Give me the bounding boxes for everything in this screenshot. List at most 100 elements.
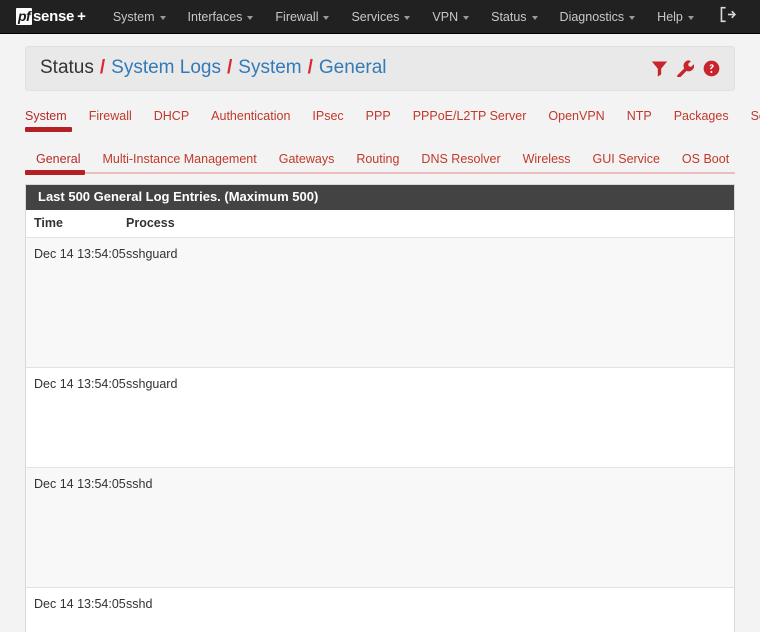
breadcrumb-separator: / bbox=[100, 57, 105, 79]
breadcrumb-region: Status / System Logs / System / General bbox=[0, 34, 760, 91]
subtab-label: Routing bbox=[356, 152, 399, 166]
cell-time: Dec 14 13:54:05 bbox=[26, 588, 118, 632]
subtab-general[interactable]: General bbox=[25, 148, 91, 175]
pfsense-logo[interactable]: pf sense + bbox=[16, 8, 86, 25]
main-menu: System Interfaces Firewall Services VPN … bbox=[102, 4, 705, 30]
tab-system[interactable]: System bbox=[25, 105, 78, 132]
nav-item-diagnostics[interactable]: Diagnostics bbox=[549, 4, 647, 30]
breadcrumb-item-status: Status bbox=[40, 57, 94, 79]
chevron-down-icon bbox=[532, 16, 538, 20]
cell-message bbox=[203, 468, 734, 588]
subtab-label: Multi-Instance Management bbox=[102, 152, 256, 166]
nav-item-system[interactable]: System bbox=[102, 4, 177, 30]
help-icon[interactable] bbox=[703, 60, 720, 77]
column-header-time[interactable]: Time bbox=[26, 210, 118, 238]
nav-item-firewall[interactable]: Firewall bbox=[264, 4, 340, 30]
subtab-multi-instance-management[interactable]: Multi-Instance Management bbox=[91, 148, 267, 175]
table-header-row: Time Process bbox=[26, 210, 734, 238]
tab-ipsec[interactable]: IPsec bbox=[301, 105, 354, 132]
breadcrumb: Status / System Logs / System / General bbox=[25, 46, 735, 91]
chevron-down-icon bbox=[463, 16, 469, 20]
column-header-process[interactable]: Process bbox=[118, 210, 203, 238]
log-table: Time Process Dec 14 13:54:05 sshguard De… bbox=[26, 210, 734, 632]
filter-icon[interactable] bbox=[651, 60, 668, 77]
breadcrumb-item-system-logs[interactable]: System Logs bbox=[111, 57, 221, 79]
breadcrumb-separator: / bbox=[227, 57, 232, 79]
chevron-down-icon bbox=[247, 16, 253, 20]
tab-label: Authentication bbox=[211, 109, 290, 123]
logo-sense-text: sense bbox=[33, 8, 74, 25]
tab-packages[interactable]: Packages bbox=[663, 105, 740, 132]
breadcrumb-actions bbox=[651, 60, 720, 77]
cell-time: Dec 14 13:54:05 bbox=[26, 238, 118, 368]
subtab-label: General bbox=[36, 152, 80, 166]
subtab-label: Wireless bbox=[523, 152, 571, 166]
cell-process: sshd bbox=[118, 468, 203, 588]
nav-item-help[interactable]: Help bbox=[646, 4, 705, 30]
cell-time: Dec 14 13:54:05 bbox=[26, 468, 118, 588]
tab-label: IPsec bbox=[312, 109, 343, 123]
top-navbar: pf sense + System Interfaces Firewall Se… bbox=[0, 0, 760, 34]
subtab-os-boot[interactable]: OS Boot bbox=[671, 148, 740, 175]
breadcrumb-item-general[interactable]: General bbox=[319, 57, 387, 79]
chevron-down-icon bbox=[323, 16, 329, 20]
cell-message bbox=[203, 588, 734, 632]
chevron-down-icon bbox=[629, 16, 635, 20]
cell-message bbox=[203, 368, 734, 468]
cell-process: sshd bbox=[118, 588, 203, 632]
tab-firewall[interactable]: Firewall bbox=[78, 105, 143, 132]
tab-ppp[interactable]: PPP bbox=[355, 105, 402, 132]
subtab-label: OS Boot bbox=[682, 152, 729, 166]
tab-label: PPPoE/L2TP Server bbox=[413, 109, 527, 123]
tab-label: PPP bbox=[366, 109, 391, 123]
log-table-body: Dec 14 13:54:05 sshguard Dec 14 13:54:05… bbox=[26, 238, 734, 632]
cell-message bbox=[203, 238, 734, 368]
subtab-label: DNS Resolver bbox=[421, 152, 500, 166]
breadcrumb-item-system[interactable]: System bbox=[238, 57, 301, 79]
cell-process: sshguard bbox=[118, 238, 203, 368]
nav-item-status[interactable]: Status bbox=[480, 4, 548, 30]
subtab-wireless[interactable]: Wireless bbox=[512, 148, 582, 175]
nav-item-label: VPN bbox=[432, 10, 458, 24]
subtab-routing[interactable]: Routing bbox=[345, 148, 410, 175]
nav-item-interfaces[interactable]: Interfaces bbox=[177, 4, 265, 30]
nav-item-label: Status bbox=[491, 10, 526, 24]
nav-item-services[interactable]: Services bbox=[340, 4, 421, 30]
navbar-right-area bbox=[719, 6, 748, 28]
chevron-down-icon bbox=[404, 16, 410, 20]
log-table-head: Time Process bbox=[26, 210, 734, 238]
wrench-icon[interactable] bbox=[677, 60, 694, 77]
logo-pf-text: pf bbox=[16, 8, 32, 25]
table-row[interactable]: Dec 14 13:54:05 sshguard bbox=[26, 368, 734, 468]
subtab-gateways[interactable]: Gateways bbox=[268, 148, 346, 175]
column-header-message[interactable] bbox=[203, 210, 734, 238]
logo-plus-text: + bbox=[77, 8, 86, 25]
tab-ntp[interactable]: NTP bbox=[616, 105, 663, 132]
nav-item-label: Diagnostics bbox=[560, 10, 625, 24]
tab-label: System bbox=[25, 109, 67, 123]
subtab-gui-service[interactable]: GUI Service bbox=[582, 148, 671, 175]
nav-item-label: System bbox=[113, 10, 155, 24]
sign-out-icon[interactable] bbox=[719, 6, 736, 28]
log-panel: Last 500 General Log Entries. (Maximum 5… bbox=[25, 184, 735, 632]
subtab-dns-resolver[interactable]: DNS Resolver bbox=[410, 148, 511, 175]
tab-authentication[interactable]: Authentication bbox=[200, 105, 301, 132]
table-row[interactable]: Dec 14 13:54:05 sshd bbox=[26, 468, 734, 588]
tab-dhcp[interactable]: DHCP bbox=[143, 105, 200, 132]
secondary-tab-bar: General Multi-Instance Management Gatewa… bbox=[0, 148, 760, 175]
table-row[interactable]: Dec 14 13:54:05 sshd bbox=[26, 588, 734, 632]
tab-label: DHCP bbox=[154, 109, 189, 123]
tab-label: Settings bbox=[751, 109, 760, 123]
primary-tab-bar: System Firewall DHCP Authentication IPse… bbox=[0, 105, 760, 132]
nav-item-label: Interfaces bbox=[188, 10, 243, 24]
table-row[interactable]: Dec 14 13:54:05 sshguard bbox=[26, 238, 734, 368]
chevron-down-icon bbox=[160, 16, 166, 20]
tab-label: Packages bbox=[674, 109, 729, 123]
tab-pppoe-l2tp-server[interactable]: PPPoE/L2TP Server bbox=[402, 105, 538, 132]
nav-item-vpn[interactable]: VPN bbox=[421, 4, 480, 30]
tab-openvpn[interactable]: OpenVPN bbox=[537, 105, 615, 132]
tab-settings[interactable]: Settings bbox=[740, 105, 760, 132]
breadcrumb-separator: / bbox=[308, 57, 313, 79]
log-panel-heading: Last 500 General Log Entries. (Maximum 5… bbox=[26, 185, 734, 210]
cell-process: sshguard bbox=[118, 368, 203, 468]
